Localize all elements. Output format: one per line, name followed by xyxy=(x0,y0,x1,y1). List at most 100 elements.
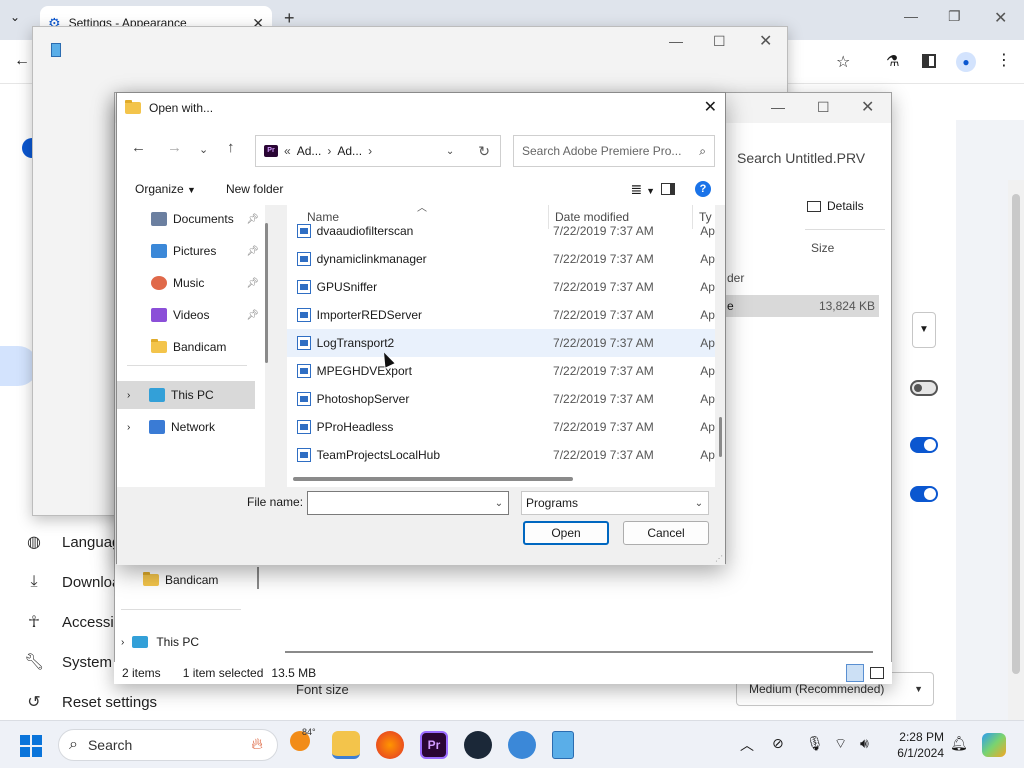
chevron-up-icon[interactable]: ︿ xyxy=(740,735,754,755)
details-view-icon[interactable] xyxy=(846,664,864,682)
breadcrumb-item-1[interactable]: Ad... xyxy=(297,144,322,158)
minimize-button[interactable]: — xyxy=(771,99,785,115)
file-row[interactable]: MPEGHDVExport 7/22/2019 7:37 AM Ap xyxy=(287,357,715,385)
close-button[interactable]: ✕ xyxy=(994,8,1007,28)
file-date: 7/22/2019 7:37 AM xyxy=(553,308,654,322)
forward-arrow-icon[interactable]: → xyxy=(167,139,182,156)
documents-icon xyxy=(151,212,167,226)
help-icon[interactable]: ? xyxy=(695,181,711,197)
chevron-right-icon[interactable]: › xyxy=(117,422,133,433)
taskbar-search[interactable]: ⌕ Search 🔥︎ xyxy=(58,729,278,761)
toggle-on-2[interactable] xyxy=(910,486,938,502)
file-row[interactable]: GPUSniffer 7/22/2019 7:37 AM Ap xyxy=(287,273,715,301)
close-button[interactable]: ✕ xyxy=(861,97,874,117)
toggle-on-1[interactable] xyxy=(910,437,938,453)
profile-icon[interactable]: ● xyxy=(956,52,976,72)
notepad-titlebar[interactable]: — ☐ ✕ xyxy=(33,27,787,59)
settings-scrollbar[interactable] xyxy=(1008,180,1024,720)
network-off-icon[interactable]: ⊘ xyxy=(772,735,784,752)
back-arrow-icon[interactable]: ← xyxy=(14,52,30,70)
wifi-icon[interactable]: ⌔ xyxy=(834,735,847,753)
file-type: Ap xyxy=(700,420,715,434)
nav-pane-scrollbar[interactable] xyxy=(265,223,268,363)
selected-row[interactable]: e 13,824 KB xyxy=(725,295,879,317)
back-arrow-icon[interactable]: ← xyxy=(131,139,146,156)
nav-item-bandicam[interactable]: Bandicam xyxy=(117,333,265,361)
file-name-input[interactable]: ⌄ xyxy=(307,491,509,515)
file-row[interactable]: dvaaudiofilterscan 7/22/2019 7:37 AM Ap xyxy=(287,217,715,245)
menu-icon[interactable]: ⋮ xyxy=(996,50,1012,70)
file-row[interactable]: PhotoshopServer 7/22/2019 7:37 AM Ap xyxy=(287,385,715,413)
microphone-icon[interactable]: 🎙︎ xyxy=(806,735,824,752)
refresh-icon[interactable]: ↻ xyxy=(478,143,490,160)
new-folder-button[interactable]: New folder xyxy=(226,182,283,196)
toggle-off[interactable] xyxy=(910,380,938,396)
details-button[interactable]: Details xyxy=(807,199,864,213)
nav-item-documents[interactable]: Documents 📌︎ xyxy=(117,205,265,233)
explorer-search-box[interactable]: Search Untitled.PRV xyxy=(727,133,891,183)
nav-item-videos[interactable]: Videos 📌︎ xyxy=(117,301,265,329)
close-button[interactable]: ✕ xyxy=(759,31,772,51)
nav-item-network[interactable]: › Network xyxy=(117,413,265,441)
dropdown-arrow-icon[interactable]: ▼ xyxy=(912,312,936,348)
chevron-down-icon[interactable]: ⌄ xyxy=(446,146,454,157)
file-type-select[interactable]: Programs ⌄ xyxy=(521,491,709,515)
maximize-button[interactable]: ❐ xyxy=(948,8,961,25)
chevron-right-icon[interactable]: › xyxy=(117,390,133,401)
maximize-button[interactable]: ☐ xyxy=(817,99,830,116)
chrome-icon[interactable] xyxy=(508,731,536,759)
clock[interactable]: 2:28 PM 6/1/2024 xyxy=(896,729,944,761)
organize-button[interactable]: Organize ▼ xyxy=(135,182,196,196)
volume-icon[interactable]: 🔊︎ xyxy=(860,735,869,752)
sidebar-item-system[interactable]: 🔧︎ System xyxy=(24,642,112,682)
file-row[interactable]: TeamProjectsLocalHub 7/22/2019 7:37 AM Ap xyxy=(287,441,715,469)
explorer-hscrollbar[interactable] xyxy=(285,651,873,653)
notepad-taskbar-icon[interactable] xyxy=(552,731,574,759)
exe-icon xyxy=(297,448,311,462)
firefox-icon[interactable] xyxy=(376,731,404,759)
dialog-search-input[interactable]: Search Adobe Premiere Pro... ⌕ xyxy=(513,135,715,167)
address-bar[interactable]: Pr « Ad... › Ad... › ⌄ ↻ xyxy=(255,135,501,167)
explorer-nav-scrollbar[interactable] xyxy=(257,567,259,589)
file-row[interactable]: dynamiclinkmanager 7/22/2019 7:37 AM Ap xyxy=(287,245,715,273)
minimize-button[interactable]: — xyxy=(904,8,918,24)
file-list-hscrollbar[interactable] xyxy=(293,477,573,481)
open-button[interactable]: Open xyxy=(523,521,609,545)
file-list-scrollbar[interactable] xyxy=(719,417,722,457)
breadcrumb-item-2[interactable]: Ad... xyxy=(337,144,362,158)
sidepanel-icon[interactable] xyxy=(922,54,936,68)
close-icon[interactable]: ✕ xyxy=(704,97,717,117)
nav-item-music[interactable]: Music 📌︎ xyxy=(117,269,265,297)
star-icon[interactable]: ☆ xyxy=(836,52,850,72)
sidebar-item-reset-settings[interactable]: ↺ Reset settings xyxy=(24,682,157,722)
premiere-pro-icon[interactable]: Pr xyxy=(420,731,448,759)
file-row[interactable]: PProHeadless 7/22/2019 7:37 AM Ap xyxy=(287,413,715,441)
nav-item-pictures[interactable]: Pictures 📌︎ xyxy=(117,237,265,265)
resize-grip-icon[interactable]: ⋰ xyxy=(715,554,723,563)
steam-icon[interactable] xyxy=(464,731,492,759)
chevron-down-icon[interactable]: ⌄ xyxy=(199,143,208,156)
nav-item-this-pc[interactable]: › This PC xyxy=(121,635,199,649)
tab-search-icon[interactable]: ⌄ xyxy=(10,10,20,24)
accessibility-icon: ☥ xyxy=(28,614,40,631)
chevron-down-icon[interactable]: ⌄ xyxy=(490,498,508,509)
dialog-titlebar[interactable]: Open with... ✕ xyxy=(117,93,725,123)
maximize-button[interactable]: ☐ xyxy=(713,33,726,50)
flask-icon[interactable]: ⚗ xyxy=(886,52,899,70)
file-row[interactable]: LogTransport2 7/22/2019 7:37 AM Ap xyxy=(287,329,715,357)
up-arrow-icon[interactable]: ↑ xyxy=(227,139,235,156)
view-options-icon[interactable]: ≣ ▼ xyxy=(630,181,655,198)
tiles-view-icon[interactable] xyxy=(870,667,884,679)
copilot-icon[interactable] xyxy=(982,733,1006,757)
notification-bell-icon[interactable]: 🔔︎ xyxy=(950,735,968,752)
nav-item-bandicam[interactable]: Bandicam xyxy=(143,572,218,587)
start-button[interactable] xyxy=(20,735,42,757)
nav-item-this-pc[interactable]: › This PC xyxy=(117,381,255,409)
row-folder-partial[interactable]: der xyxy=(727,271,744,285)
preview-pane-icon[interactable] xyxy=(661,183,675,195)
file-explorer-icon[interactable] xyxy=(332,731,360,759)
cancel-button[interactable]: Cancel xyxy=(623,521,709,545)
file-row[interactable]: ImporterREDServer 7/22/2019 7:37 AM Ap xyxy=(287,301,715,329)
size-header[interactable]: Size xyxy=(811,241,834,255)
minimize-button[interactable]: — xyxy=(669,33,683,49)
